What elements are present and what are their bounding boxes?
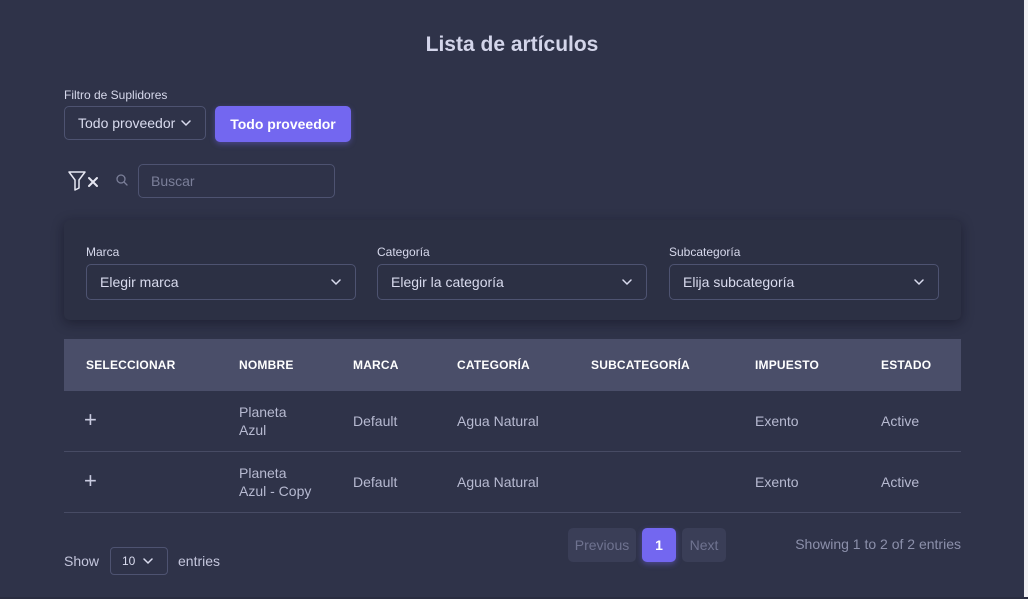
pagination-page-1[interactable]: 1	[642, 528, 676, 562]
search-icon	[116, 174, 128, 186]
subcategory-select-value: Elija subcategoría	[683, 274, 795, 290]
col-header-status[interactable]: ESTADO	[881, 358, 931, 372]
cell-name-line1: Planeta	[239, 404, 287, 420]
pagination-next[interactable]: Next	[682, 528, 726, 562]
category-select[interactable]: Elegir la categoría	[377, 264, 647, 300]
filter-clear-icon[interactable]	[66, 168, 102, 194]
supplier-select[interactable]: Todo proveedor	[64, 106, 206, 140]
subcategory-filter-label: Subcategoría	[669, 245, 741, 259]
table-header: SELECCIONAR NOMBRE MARCA CATEGORÍA SUBCA…	[64, 339, 961, 391]
search-input[interactable]	[138, 164, 335, 198]
items-table: SELECCIONAR NOMBRE MARCA CATEGORÍA SUBCA…	[64, 339, 961, 513]
subcategory-select[interactable]: Elija subcategoría	[669, 264, 939, 300]
page-length-value: 10	[122, 554, 136, 568]
cell-tax: Exento	[755, 413, 799, 429]
entries-label: entries	[178, 553, 221, 569]
brand-filter: Marca Elegir marca	[86, 245, 356, 300]
category-filter: Categoría Elegir la categoría	[377, 245, 647, 300]
subcategory-filter: Subcategoría Elija subcategoría	[669, 245, 939, 300]
show-label: Show	[64, 553, 100, 569]
table-row: + Planeta Azul - Copy Default Agua Natur…	[64, 452, 961, 513]
brand-select[interactable]: Elegir marca	[86, 264, 356, 300]
cell-tax: Exento	[755, 474, 799, 490]
cell-category: Agua Natural	[457, 474, 539, 490]
col-header-tax[interactable]: IMPUESTO	[755, 358, 819, 372]
chevron-down-icon	[181, 119, 192, 126]
all-suppliers-button[interactable]: Todo proveedor	[215, 106, 351, 142]
page-title: Lista de artículos	[425, 33, 599, 56]
cell-brand: Default	[353, 474, 398, 490]
add-item-button[interactable]: +	[84, 468, 97, 494]
window-edge	[1024, 0, 1028, 599]
cell-name-line2: Azul - Copy	[239, 483, 312, 499]
chevron-down-icon	[622, 278, 632, 285]
col-header-name[interactable]: NOMBRE	[239, 358, 294, 372]
cell-name: Planeta Azul - Copy	[239, 464, 311, 500]
chevron-down-icon	[914, 278, 924, 285]
pagination-previous[interactable]: Previous	[568, 528, 636, 562]
page-length-select[interactable]: 10	[110, 547, 168, 575]
supplier-select-value: Todo proveedor	[78, 115, 176, 131]
category-filter-label: Categoría	[377, 245, 430, 259]
table-info: Showing 1 to 2 of 2 entries	[795, 536, 961, 552]
cell-category: Agua Natural	[457, 413, 539, 429]
brand-filter-label: Marca	[86, 245, 120, 259]
table-row: + Planeta Azul Default Agua Natural Exen…	[64, 391, 961, 452]
category-select-value: Elegir la categoría	[391, 274, 504, 290]
cell-name: Planeta Azul	[239, 403, 286, 439]
col-header-subcategory[interactable]: SUBCATEGORÍA	[591, 358, 690, 372]
cell-status: Active	[881, 413, 920, 429]
chevron-down-icon	[143, 557, 154, 564]
col-header-category[interactable]: CATEGORÍA	[457, 358, 530, 372]
cell-name-line2: Azul	[239, 422, 267, 438]
cell-name-line1: Planeta	[239, 465, 287, 481]
cell-status: Active	[881, 474, 920, 490]
add-item-button[interactable]: +	[84, 407, 97, 433]
supplier-filter-label: Filtro de Suplidores	[64, 88, 168, 102]
cell-brand: Default	[353, 413, 398, 429]
col-header-select[interactable]: SELECCIONAR	[86, 358, 176, 372]
filter-card: Marca Elegir marca Categoría Elegir la c…	[64, 220, 961, 320]
chevron-down-icon	[331, 278, 341, 285]
col-header-brand[interactable]: MARCA	[353, 358, 399, 372]
brand-select-value: Elegir marca	[100, 274, 179, 290]
